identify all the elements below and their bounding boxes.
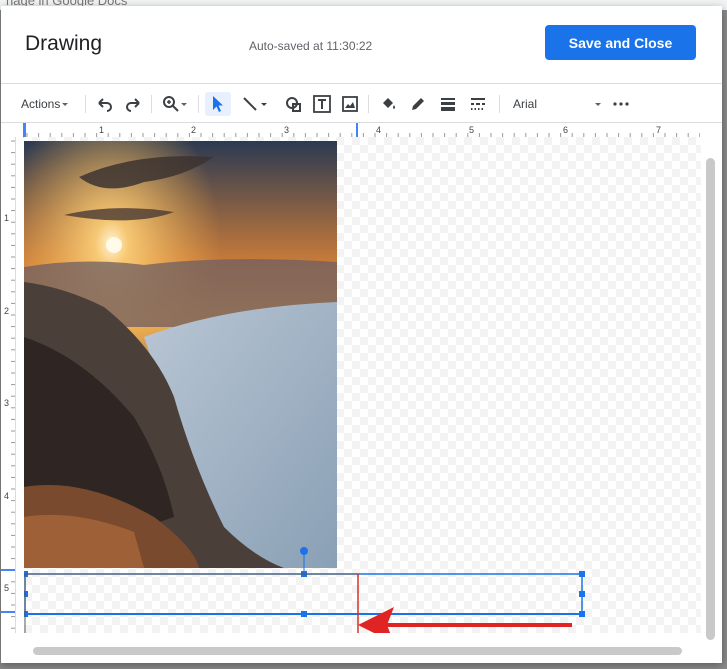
border-weight-button[interactable] (435, 92, 461, 116)
dropdown-arrow-icon (595, 103, 601, 106)
undo-icon (98, 98, 112, 112)
ruler-label: 5 (469, 125, 475, 135)
more-icon (613, 102, 629, 106)
font-name: Arial (513, 97, 538, 111)
canvas-content (24, 141, 585, 633)
textbox-icon (313, 95, 331, 113)
save-and-close-button[interactable]: Save and Close (545, 25, 696, 60)
select-cursor-icon (213, 96, 223, 112)
more-options-button[interactable] (611, 92, 631, 116)
redo-icon (126, 98, 140, 112)
dropdown-arrow-icon (181, 103, 187, 106)
ruler-ticks (1, 140, 15, 629)
border-color-icon (412, 98, 424, 110)
textbox-tool-button[interactable] (309, 92, 335, 116)
ruler-label: 3 (284, 125, 290, 135)
ruler-label: 2 (191, 125, 197, 135)
line-icon (243, 97, 257, 111)
autosave-status: Auto-saved at 11:30:22 (249, 39, 373, 53)
ruler-label: 5 (4, 583, 10, 593)
zoom-button[interactable] (159, 92, 191, 116)
ruler-label: 6 (563, 125, 569, 135)
toolbar-separator (85, 95, 86, 113)
zoom-icon (163, 96, 179, 112)
resize-handles (24, 571, 585, 617)
actions-menu[interactable]: Actions (21, 92, 70, 116)
fill-color-icon (383, 98, 395, 109)
image-icon (342, 96, 358, 112)
ruler-label: 3 (4, 398, 10, 408)
border-weight-icon (441, 98, 455, 111)
rotate-handle[interactable] (300, 547, 308, 555)
actions-label: Actions (21, 97, 61, 111)
toolbar-separator (198, 95, 199, 113)
undo-button[interactable] (93, 92, 117, 116)
redo-button[interactable] (121, 92, 145, 116)
toolbar-separator (499, 95, 500, 113)
drawing-dialog: Drawing Auto-saved at 11:30:22 Save and … (1, 6, 722, 663)
dropdown-arrow-icon (261, 103, 267, 106)
ruler-label: 7 (656, 125, 662, 135)
horizontal-scrollbar[interactable] (33, 647, 682, 655)
dropdown-arrow-icon (62, 103, 69, 106)
toolbar-separator (151, 95, 152, 113)
border-dash-icon (471, 98, 485, 110)
image-tool-button[interactable] (338, 92, 362, 116)
toolbar: Actions Arial (1, 88, 722, 120)
font-dropdown[interactable] (591, 92, 605, 116)
ruler-label: 2 (4, 306, 10, 316)
ruler-label: 1 (4, 213, 10, 223)
ruler-label: 4 (376, 125, 382, 135)
shape-tool-button[interactable] (282, 92, 306, 116)
header-divider (1, 83, 722, 84)
border-color-button[interactable] (405, 92, 431, 116)
select-tool-button[interactable] (205, 92, 231, 116)
shape-icon (286, 97, 301, 112)
landscape-photo (24, 141, 337, 568)
ruler-ticks (23, 123, 700, 137)
ruler-label: 4 (4, 491, 10, 501)
dialog-title: Drawing (25, 32, 103, 55)
vertical-ruler: 1 2 3 4 5 (1, 137, 16, 633)
toolbar-separator (368, 95, 369, 113)
vertical-scrollbar[interactable] (706, 158, 715, 640)
line-tool-button[interactable] (235, 92, 275, 116)
drawing-canvas[interactable] (24, 137, 701, 633)
fill-color-button[interactable] (375, 92, 401, 116)
horizontal-ruler: 1 2 3 4 5 6 7 (23, 123, 700, 138)
border-dash-button[interactable] (465, 92, 491, 116)
ruler-label: 1 (99, 125, 105, 135)
